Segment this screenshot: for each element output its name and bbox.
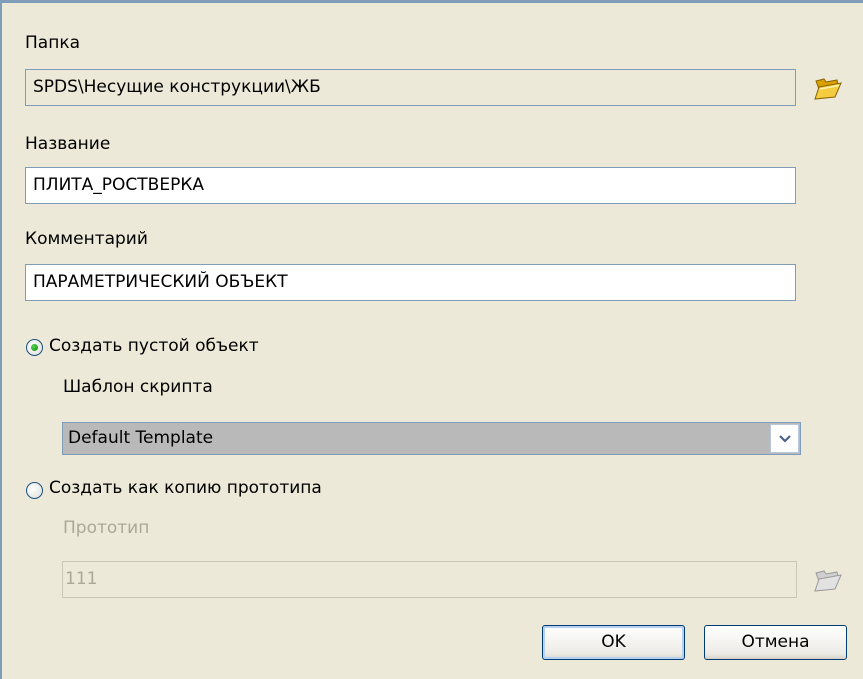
comment-label: Комментарий xyxy=(25,229,148,249)
folder-open-icon xyxy=(814,570,842,592)
window-top-border xyxy=(0,0,863,3)
folder-field: SPDS\Несущие конструкции\ЖБ xyxy=(25,69,796,106)
create-copy-radio[interactable] xyxy=(26,482,43,499)
create-empty-label[interactable]: Создать пустой объект xyxy=(49,336,259,356)
script-template-label: Шаблон скрипта xyxy=(63,377,213,397)
create-empty-radio[interactable] xyxy=(26,339,43,356)
prototype-browse-button[interactable] xyxy=(809,561,847,599)
cancel-button[interactable]: Отмена xyxy=(704,625,847,660)
name-input[interactable]: ПЛИТА_РОСТВЕРКА xyxy=(25,167,796,204)
dropdown-button[interactable] xyxy=(770,424,799,453)
create-copy-label[interactable]: Создать как копию прототипа xyxy=(49,478,322,498)
script-template-select[interactable]: Default Template xyxy=(62,422,801,455)
ok-button[interactable]: OK xyxy=(542,625,685,660)
folder-browse-button[interactable] xyxy=(809,69,847,107)
folder-label: Папка xyxy=(25,33,81,53)
comment-input[interactable]: ПАРАМЕТРИЧЕСКИЙ ОБЪЕКТ xyxy=(25,264,796,301)
window-left-border xyxy=(0,0,10,679)
folder-open-icon xyxy=(814,78,842,100)
script-template-value: Default Template xyxy=(68,428,214,448)
name-label: Название xyxy=(25,134,111,154)
prototype-field[interactable]: 111 xyxy=(62,561,797,598)
prototype-label: Прототип xyxy=(63,518,150,538)
chevron-down-icon xyxy=(778,434,791,443)
radio-selected-dot xyxy=(31,344,38,351)
